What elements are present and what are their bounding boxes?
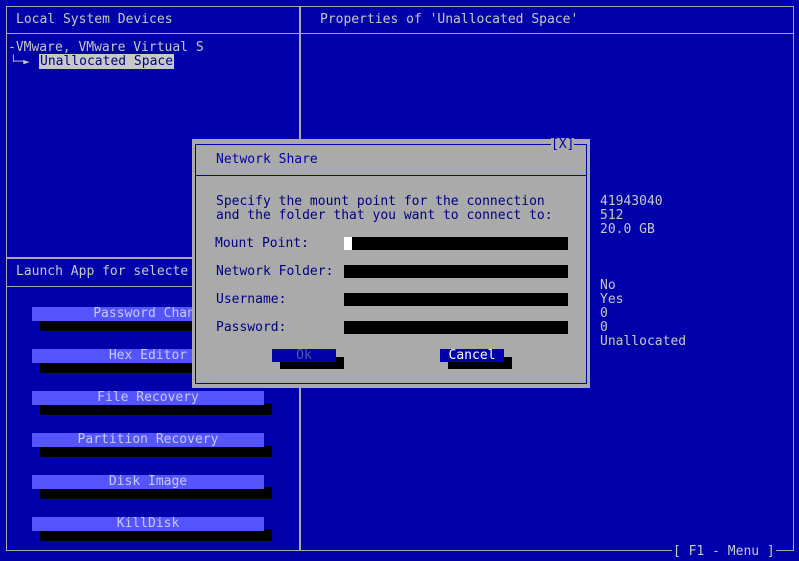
text-cursor [344,237,352,250]
mount-point-input[interactable] [344,237,568,250]
property-value: 0 [600,306,608,321]
property-value: Unallocated [600,334,687,349]
dialog-instructions-line2: and the folder that you want to connect … [216,208,553,223]
dialog-instructions-line1: Specify the mount point for the connecti… [216,194,545,209]
disk-image-button[interactable]: Disk Image [32,475,264,489]
property-value: 41943040 [600,194,663,209]
property-value: 512 [600,208,624,223]
tree-item-label: Unallocated Space [39,54,175,69]
partition-recovery-button[interactable]: Partition Recovery [32,433,264,447]
right-divider [301,33,793,34]
properties-title: Properties of 'Unallocated Space' [320,12,579,27]
tree-branch-icon: └─► [10,55,30,68]
mount-point-label: Mount Point: [215,236,309,251]
killdisk-button[interactable]: KillDisk [32,517,264,531]
property-value: 0 [600,320,608,335]
network-folder-input[interactable] [344,265,568,278]
tree-root-item[interactable]: -VMware, VMware Virtual S [8,41,204,55]
dialog-title-divider [196,175,586,176]
left-top-divider [7,33,299,34]
dialog-close-button[interactable]: [X] [551,138,575,152]
username-input[interactable] [344,293,568,306]
password-label: Password: [216,320,287,335]
cancel-button[interactable]: Cancel [440,349,504,362]
property-value: Yes [600,292,624,307]
left-panel-title: Local System Devices [16,12,173,27]
dialog-title: Network Share [216,152,318,167]
tree-item-unallocated-space[interactable]: Unallocated Space [39,54,175,69]
property-value: 20.0 GB [600,222,655,237]
f1-menu-hint[interactable]: [ F1 - Menu ] [672,545,776,559]
ok-button[interactable]: Ok [272,349,336,362]
launch-panel-title: Launch App for selecte [16,264,189,279]
username-label: Username: [216,292,287,307]
property-value: No [600,278,616,293]
password-input[interactable] [344,321,568,334]
network-folder-label: Network Folder: [216,264,334,279]
